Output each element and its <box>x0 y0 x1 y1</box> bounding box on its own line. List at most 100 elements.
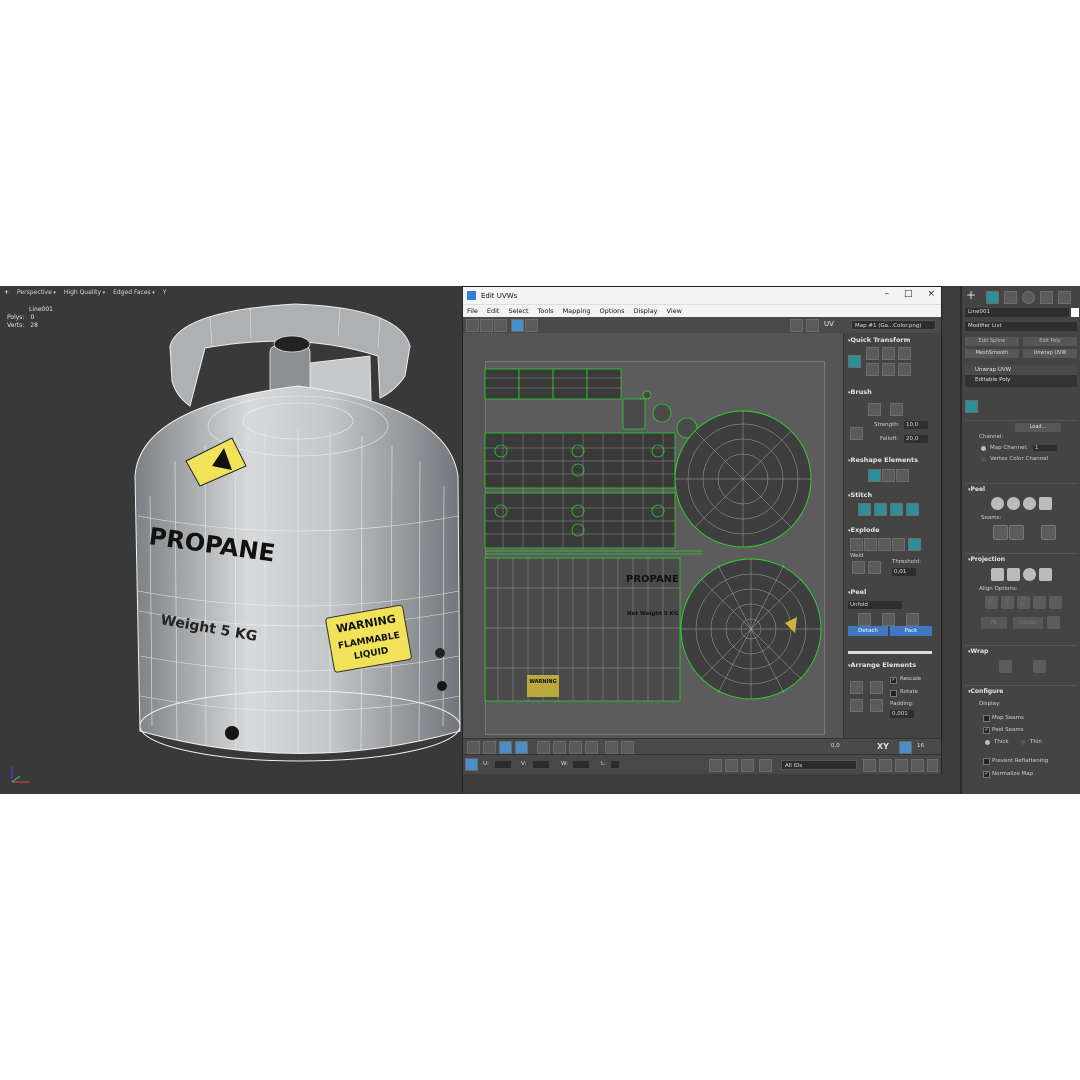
break-icon[interactable] <box>850 538 863 551</box>
menu-display[interactable]: Display <box>634 307 658 315</box>
filter-icon[interactable] <box>725 759 738 772</box>
reset-projection-icon[interactable] <box>1047 616 1060 629</box>
qt-align-icon[interactable] <box>848 355 861 368</box>
stitch-custom-icon[interactable] <box>906 503 919 516</box>
stack-item-unwrap[interactable]: Unwrap UVW <box>965 365 1077 375</box>
peel-seams-checkbox[interactable]: ✓ <box>983 727 990 734</box>
weld-target-icon[interactable] <box>868 561 881 574</box>
brush-header[interactable]: Brush <box>848 388 872 396</box>
map-channel-spinner[interactable]: 1 <box>1033 445 1057 451</box>
peel-quick-icon-cmd[interactable] <box>991 497 1004 510</box>
map-channel-radio[interactable] <box>981 446 986 451</box>
box-map-icon[interactable] <box>1039 568 1052 581</box>
rescale-checkbox[interactable]: ✓ <box>890 677 897 684</box>
menu-file[interactable]: File <box>467 307 478 315</box>
material-ids-dropdown[interactable]: All IDs <box>781 760 857 770</box>
qt-align-v-icon[interactable] <box>866 363 879 376</box>
utilities-tab-icon[interactable] <box>1058 291 1071 304</box>
align-z-button[interactable]: Z <box>1017 596 1030 609</box>
menu-select[interactable]: Select <box>508 307 528 315</box>
align-view-icon[interactable] <box>1049 596 1062 609</box>
wrap-rollup-header[interactable]: Wrap <box>965 646 1077 655</box>
grid-value[interactable]: 16 <box>917 743 924 749</box>
lock-icon[interactable] <box>709 759 722 772</box>
reshape-elements-header[interactable]: Reshape Elements <box>848 456 918 464</box>
peel-pins-icon[interactable] <box>906 613 919 626</box>
weld-selected-icon[interactable] <box>852 561 865 574</box>
uvw-title-bar[interactable]: Edit UVWs – □ × <box>463 287 941 304</box>
qt-space-icon[interactable] <box>882 347 895 360</box>
motion-tab-icon[interactable] <box>1022 291 1035 304</box>
normalize-map-checkbox[interactable]: ✓ <box>983 771 990 778</box>
point-seams-icon[interactable] <box>1009 525 1024 540</box>
threshold-input[interactable]: 0,01 <box>892 568 916 576</box>
stitch-source-icon[interactable] <box>858 503 871 516</box>
checker-icon[interactable] <box>790 319 803 332</box>
select-vertex-icon[interactable] <box>467 741 480 754</box>
select-face-icon[interactable] <box>499 741 512 754</box>
uv-space-label[interactable]: UV <box>824 320 834 328</box>
loop-select-icon[interactable] <box>569 741 582 754</box>
configure-rollup-header[interactable]: Configure <box>965 686 1077 695</box>
prevent-reflattening-checkbox[interactable] <box>983 758 990 765</box>
edit-spline-button[interactable]: Edit Spline <box>965 337 1019 346</box>
l-input[interactable] <box>611 761 619 768</box>
move-icon[interactable] <box>466 319 479 332</box>
object-name-field[interactable]: Line001 <box>965 308 1069 317</box>
explode-teal-icon[interactable] <box>908 538 921 551</box>
pack-custom-icon[interactable] <box>850 699 863 712</box>
straighten-icon[interactable] <box>868 469 881 482</box>
zoom-region-icon[interactable] <box>895 759 908 772</box>
ring-select-icon[interactable] <box>585 741 598 754</box>
edit-seams-icon[interactable] <box>993 525 1008 540</box>
spherical-map-icon[interactable] <box>1023 568 1036 581</box>
zoom-extents-icon[interactable] <box>911 759 924 772</box>
checker-flatten-icon[interactable] <box>892 538 905 551</box>
minimize-icon[interactable]: – <box>884 289 889 299</box>
qt-pivot-icon[interactable] <box>882 363 895 376</box>
menu-edit[interactable]: Edit <box>487 307 500 315</box>
unfold-dropdown[interactable]: Unfold <box>848 601 902 609</box>
stack-item-editable-poly[interactable]: Editable Poly <box>965 375 1077 385</box>
scale-icon[interactable] <box>494 319 507 332</box>
fit-button[interactable]: Fit <box>981 617 1007 629</box>
pack-together-icon[interactable] <box>870 681 883 694</box>
close-icon[interactable]: × <box>927 289 935 299</box>
qt-align-h-icon[interactable] <box>866 347 879 360</box>
pack-rescale-icon[interactable] <box>870 699 883 712</box>
pan-icon[interactable] <box>863 759 876 772</box>
paint-select-icon[interactable] <box>621 741 634 754</box>
zoom-icon[interactable] <box>879 759 892 772</box>
peel-live-icon[interactable] <box>882 613 895 626</box>
menu-mapping[interactable]: Mapping <box>563 307 591 315</box>
strength-input[interactable]: 10,0 <box>904 421 928 429</box>
cylindrical-map-icon[interactable] <box>1007 568 1020 581</box>
peel-rollup-header[interactable]: Peel <box>965 484 1077 493</box>
mirror-icon[interactable] <box>525 319 538 332</box>
show-map-icon[interactable] <box>806 319 819 332</box>
create-tab-icon[interactable]: + <box>966 288 976 302</box>
hide-icon[interactable] <box>741 759 754 772</box>
stitch-target-icon[interactable] <box>890 503 903 516</box>
display-tab-icon[interactable] <box>1040 291 1053 304</box>
menu-options[interactable]: Options <box>599 307 624 315</box>
flatten-icon[interactable] <box>864 538 877 551</box>
modify-tab-icon[interactable] <box>986 291 999 304</box>
v-input[interactable] <box>533 761 549 768</box>
detach-button[interactable]: Detach <box>848 626 888 636</box>
stitch-average-icon[interactable] <box>874 503 887 516</box>
grow-select-icon[interactable] <box>537 741 550 754</box>
texture-map-dropdown[interactable]: Map #1 (Ga...Color.png) <box>851 320 936 330</box>
falloff-input[interactable]: 20,0 <box>904 435 928 443</box>
reset-view-icon[interactable] <box>927 759 938 772</box>
maximize-icon[interactable]: □ <box>904 289 913 299</box>
unwrap-uvw-button[interactable]: Unwrap UVW <box>1023 349 1077 358</box>
w-input[interactable] <box>573 761 589 768</box>
peel-reset-icon[interactable] <box>1023 497 1036 510</box>
peel-pin-icon[interactable] <box>1039 497 1052 510</box>
select-edge-icon[interactable] <box>483 741 496 754</box>
brush-line-icon[interactable] <box>850 427 863 440</box>
xy-toggle[interactable]: XY <box>877 742 889 751</box>
center-button[interactable]: Center <box>1013 617 1043 629</box>
point-to-point-icon[interactable] <box>605 741 618 754</box>
